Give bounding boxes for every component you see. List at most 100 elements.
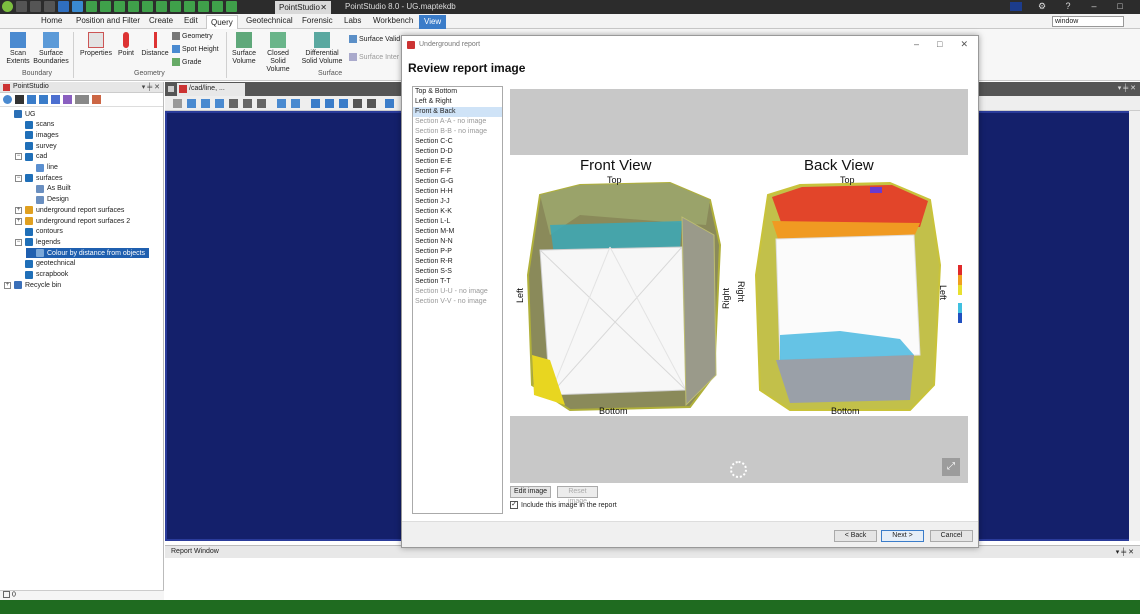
report-image-list-item[interactable]: Top & Bottom [413,87,502,97]
report-image-list[interactable]: Top & Bottom Left & Right Front & Back Sect… [412,86,503,514]
include-image-row[interactable]: ✓ Include this image in the report [510,501,617,509]
tree-item[interactable]: Colour by distance from objects [26,248,150,259]
tree-item[interactable]: line [26,163,58,173]
report-image-list-item[interactable]: Left & Right [413,97,502,107]
view-tool-icon[interactable] [385,99,394,108]
save-icon[interactable] [58,1,69,12]
surface-intersect-button[interactable]: Surface Inter [349,53,399,61]
tree-expander-icon[interactable]: − [15,238,22,246]
grid-icon[interactable] [114,1,125,12]
report-image-list-item[interactable]: Section K-K [413,207,502,217]
select-facets-icon[interactable] [51,95,60,104]
tab-position-and-filter[interactable]: Position and Filter [76,16,140,25]
tree-item[interactable]: survey [15,141,57,151]
grade-button[interactable]: Grade [172,58,201,66]
report-image-list-item[interactable]: Section C-C [413,137,502,147]
differential-solid-volume-button[interactable]: Differential Solid Volume [300,32,344,66]
select-points-icon[interactable] [27,95,36,104]
view-tool-icon[interactable] [187,99,196,108]
redo-icon[interactable] [30,1,41,12]
tree-expander-icon[interactable]: + [4,281,11,289]
back-button[interactable]: < Back [834,530,877,542]
select-edges-icon[interactable] [39,95,48,104]
help-icon[interactable]: ? [1062,1,1074,12]
tree-expander-icon[interactable]: + [15,206,22,214]
spot-height-button[interactable]: Spot Height [172,45,219,53]
tab-geotechnical[interactable]: Geotechnical [246,16,293,25]
panel-controls-icon[interactable]: ▾ ╪ ✕ [142,83,160,91]
tree-item[interactable]: + underground report surfaces [15,205,124,215]
select-objects-icon[interactable] [63,95,72,104]
sheet-icon[interactable] [184,1,195,12]
view-tool-icon[interactable] [201,99,210,108]
tree-expander-icon[interactable]: − [15,174,22,182]
link-icon[interactable] [156,1,167,12]
closed-solid-volume-button[interactable]: Closed Solid Volume [259,32,297,74]
dialog-close-icon[interactable]: ✕ [960,39,968,50]
edit-image-button[interactable]: Edit image [510,486,551,498]
tab-forensic[interactable]: Forensic [302,16,333,25]
tab-query[interactable]: Query [206,15,238,29]
include-image-checkbox[interactable]: ✓ [510,501,518,509]
tab-workbench[interactable]: Workbench [373,16,413,25]
tab-labs[interactable]: Labs [344,16,361,25]
reset-image-button[interactable]: Reset image [557,486,598,505]
tree-item[interactable]: − cad [15,152,47,162]
point-button[interactable]: Point [116,32,136,58]
close-tab-icon[interactable]: ✕ [320,3,327,12]
report-image-list-item[interactable]: Section T-T [413,277,502,287]
surface-volume-button[interactable]: Surface Volume [229,32,259,66]
next-button[interactable]: Next > [881,530,924,542]
view-tool-icon[interactable] [173,99,182,108]
dialog-maximize-icon[interactable]: □ [937,39,942,50]
view-tool-icon[interactable] [229,99,238,108]
maximize-icon[interactable]: □ [1114,1,1126,12]
undo-icon[interactable] [16,1,27,12]
surface-validity-button[interactable]: Surface Valid [349,35,400,43]
tree-item[interactable]: + Recycle bin [4,280,61,290]
report-image-list-item[interactable]: Section G-G [413,177,502,187]
video-icon[interactable] [212,1,223,12]
tab-view[interactable]: View [419,15,447,29]
view-tool-icon[interactable] [215,99,224,108]
report-image-list-item[interactable]: Section M-M [413,227,502,237]
report-image-list-item[interactable]: Section J-J [413,197,502,207]
report-image-list-item[interactable]: Section H-H [413,187,502,197]
report-image-list-item[interactable]: Section E-E [413,157,502,167]
report-image-list-item[interactable]: Section P-P [413,247,502,257]
report-image-list-item[interactable]: Section N-N [413,237,502,247]
report-image-list-item[interactable]: Section R-R [413,257,502,267]
report-image-list-item[interactable]: Section F-F [413,167,502,177]
camera-icon[interactable] [170,1,181,12]
view-tool-icon[interactable] [243,99,252,108]
surface-boundaries-button[interactable]: Surface Boundaries [33,32,69,66]
select-arrow-icon[interactable] [15,95,24,104]
bars-icon[interactable] [128,1,139,12]
geometry-button[interactable]: Geometry [172,32,213,40]
tree-item[interactable]: − surfaces [15,173,62,183]
view-tool-icon[interactable] [353,99,362,108]
minimize-icon[interactable]: – [1088,1,1100,12]
cancel-button[interactable]: Cancel [930,530,973,542]
report-image-list-item[interactable]: Front & Back [413,107,502,117]
tab-list-icon[interactable] [168,86,174,92]
tab-edit[interactable]: Edit [184,16,198,25]
tree-item[interactable]: UG [4,109,36,119]
tree-item[interactable]: − legends [15,237,61,247]
view-tool-icon[interactable] [339,99,348,108]
settings-gear-icon[interactable]: ⚙ [1036,1,1048,12]
view-tab-cad-line[interactable]: /cad/line, ... [177,83,245,96]
report-image-list-item[interactable]: Section L-L [413,217,502,227]
scan-extents-button[interactable]: Scan Extents [4,32,32,66]
report-image-list-item[interactable]: Section S-S [413,267,502,277]
filter-icon[interactable] [92,95,101,104]
app-tab-pointstudio[interactable]: PointStudio ✕ [275,1,331,14]
tree-item[interactable]: geotechnical [15,259,75,269]
status-checkbox[interactable] [3,591,10,598]
view-panel-controls-icon[interactable]: ▾ ╪ ✕ [1118,84,1136,92]
view-tool-icon[interactable] [325,99,334,108]
search-input[interactable]: window [1052,16,1124,27]
selection-mode-icon[interactable] [75,95,89,104]
tab-create[interactable]: Create [149,16,173,25]
view-tool-icon[interactable] [277,99,286,108]
